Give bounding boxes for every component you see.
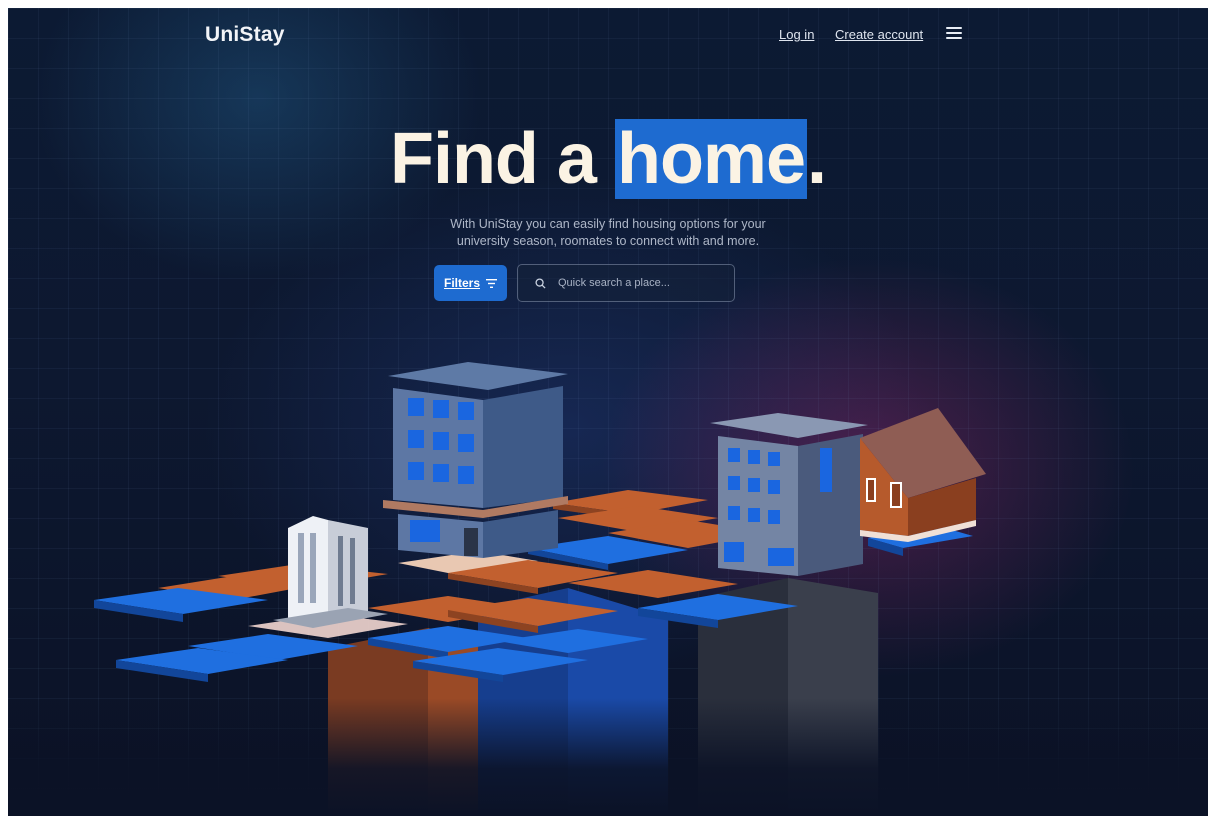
hero-title-prefix: Find a — [389, 119, 615, 199]
hero-subtitle: With UniStay you can easily find housing… — [388, 216, 828, 250]
page-frame: UniStay Log in Create account Find a hom… — [8, 8, 1208, 816]
logo[interactable]: UniStay — [205, 23, 285, 47]
quick-search-box[interactable] — [517, 264, 735, 302]
search-icon — [535, 277, 546, 289]
hero-subtitle-line-1: With UniStay you can easily find housing… — [450, 217, 766, 231]
filter-icon — [486, 278, 497, 288]
filters-button[interactable]: Filters — [434, 265, 507, 301]
hero-title: Find a home. — [8, 116, 1208, 202]
top-nav: UniStay Log in Create account — [8, 8, 1208, 64]
bottom-fade — [8, 698, 1208, 816]
white-tower — [273, 516, 388, 628]
grey-office-building — [710, 413, 868, 576]
hero-title-suffix: . — [807, 119, 827, 199]
brick-house — [860, 408, 986, 542]
hamburger-menu-icon[interactable] — [946, 27, 962, 40]
quick-search-input[interactable] — [556, 276, 720, 290]
filters-label: Filters — [443, 276, 480, 290]
create-account-link[interactable]: Create account — [835, 27, 923, 42]
tiles-middle — [94, 551, 798, 633]
hero-subtitle-line-2: university season, roomates to connect w… — [456, 234, 760, 248]
login-link[interactable]: Log in — [779, 27, 814, 42]
hero-title-highlight: home — [614, 119, 807, 199]
blue-apartment-building — [383, 362, 568, 558]
